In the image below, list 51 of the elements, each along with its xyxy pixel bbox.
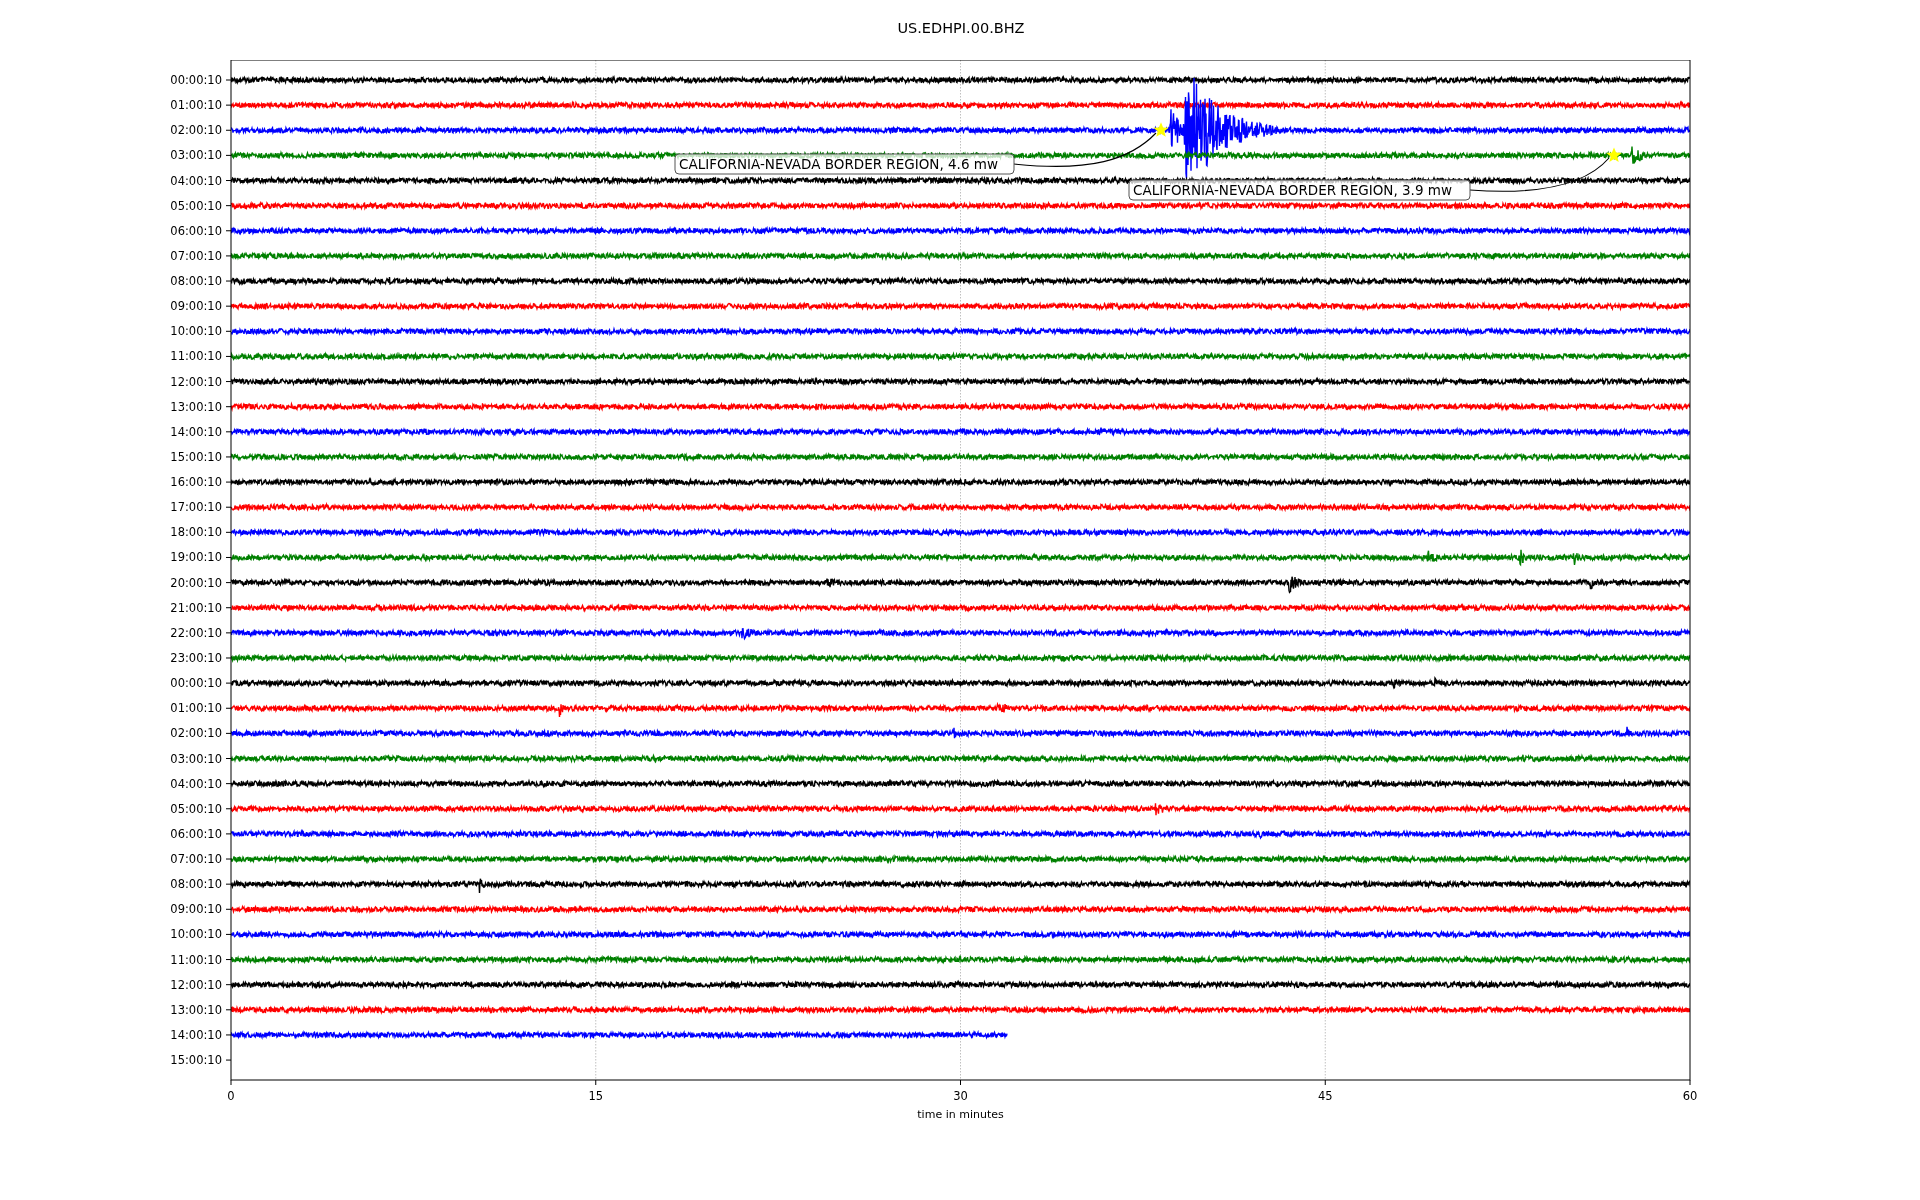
y-tick-label: 05:00:10 xyxy=(170,198,222,213)
event-annotation: CALIFORNIA-NEVADA BORDER REGION, 4.6 mw xyxy=(674,153,1015,175)
event-annotation: CALIFORNIA-NEVADA BORDER REGION, 3.9 mw xyxy=(1128,179,1471,201)
y-tick-label: 03:00:10 xyxy=(170,148,222,163)
x-tick-label: 45 xyxy=(1317,1089,1333,1103)
star-icon xyxy=(1606,147,1622,162)
y-tick-label: 06:00:10 xyxy=(170,826,222,841)
y-tick-label: 11:00:10 xyxy=(170,952,222,967)
y-tick-label: 07:00:10 xyxy=(170,248,222,263)
x-axis-label: time in minutes xyxy=(917,1108,1004,1121)
y-tick-label: 11:00:10 xyxy=(170,349,222,364)
y-tick-label: 04:00:10 xyxy=(170,173,222,188)
chart-title: US.EDHPI.00.BHZ xyxy=(897,21,1025,36)
y-tick-label: 12:00:10 xyxy=(170,374,222,389)
y-tick-label: 04:00:10 xyxy=(170,776,222,791)
y-tick-label: 01:00:10 xyxy=(170,701,222,716)
y-tick-label: 10:00:10 xyxy=(170,324,222,339)
y-tick-label: 14:00:10 xyxy=(170,424,222,439)
y-tick-label: 02:00:10 xyxy=(170,726,222,741)
y-tick-label: 19:00:10 xyxy=(170,550,222,565)
y-tick-label: 17:00:10 xyxy=(170,500,222,515)
y-tick-label: 08:00:10 xyxy=(170,877,222,892)
y-tick-label: 13:00:10 xyxy=(170,1002,222,1017)
y-tick-label: 15:00:10 xyxy=(170,449,222,464)
x-tick-label: 60 xyxy=(1682,1089,1698,1103)
y-tick-label: 01:00:10 xyxy=(170,98,222,113)
y-tick-label: 22:00:10 xyxy=(170,625,222,640)
star-icon xyxy=(1153,122,1169,137)
y-tick-label: 09:00:10 xyxy=(170,902,222,917)
x-tick-label: 15 xyxy=(588,1089,604,1103)
y-tick-label: 02:00:10 xyxy=(170,123,222,138)
y-tick-label: 00:00:10 xyxy=(170,73,222,87)
y-tick-label: 18:00:10 xyxy=(170,525,222,540)
y-tick-label: 15:00:10 xyxy=(170,1053,222,1068)
y-tick-label: 07:00:10 xyxy=(170,852,222,867)
y-tick-label: 23:00:10 xyxy=(170,651,222,665)
y-tick-label: 12:00:10 xyxy=(170,977,222,992)
y-tick-label: 16:00:10 xyxy=(170,475,222,490)
y-tick-label: 13:00:10 xyxy=(170,399,222,414)
y-tick-label: 09:00:10 xyxy=(170,299,222,314)
y-tick-label: 06:00:10 xyxy=(170,223,222,238)
y-tick-label: 08:00:10 xyxy=(170,274,222,289)
y-tick-label: 21:00:10 xyxy=(170,600,222,615)
x-tick-label: 30 xyxy=(953,1089,968,1103)
y-tick-label: 14:00:10 xyxy=(170,1027,222,1042)
y-tick-label: 03:00:10 xyxy=(170,751,222,766)
y-tick-label: 05:00:10 xyxy=(170,801,222,816)
x-tick-label: 0 xyxy=(227,1089,235,1103)
y-tick-label: 20:00:10 xyxy=(170,575,222,590)
y-tick-label: 00:00:10 xyxy=(170,676,222,691)
y-tick-label: 10:00:10 xyxy=(170,927,222,942)
